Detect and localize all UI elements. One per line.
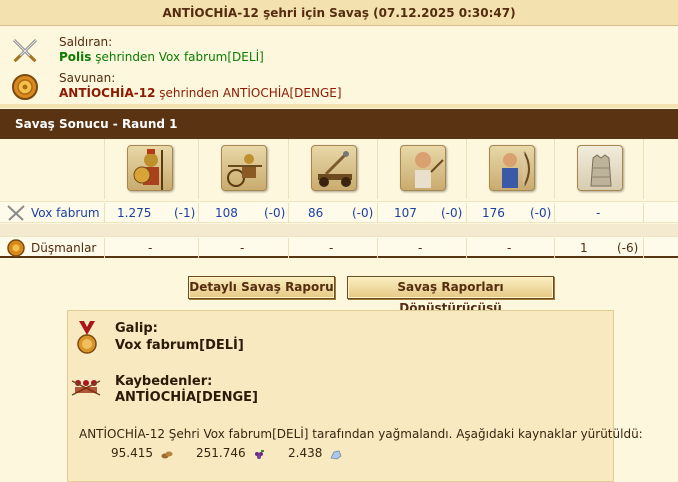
cell-divider	[643, 203, 678, 223]
city-wall-icon[interactable]	[577, 145, 623, 191]
catapult-icon[interactable]	[311, 145, 357, 191]
unit-count: -	[596, 206, 601, 220]
shield-icon	[10, 72, 40, 102]
resource-marble: 2.438	[288, 446, 342, 460]
loser-label: Kaybedenler:	[115, 374, 213, 389]
detailed-report-button[interactable]: Detaylı Savaş Raporu	[188, 276, 335, 299]
archer-icon[interactable]	[489, 145, 535, 191]
report-converter-button[interactable]: Savaş Raporları Dönüştürücüsü	[347, 276, 554, 315]
unit-loss: (-6)	[617, 241, 639, 255]
shield-icon	[6, 239, 26, 257]
attacker-units-row: Vox fabrum 1.275 (-1) 108 (-0) 86 (-0) 1…	[0, 201, 678, 223]
unit-count: -	[418, 241, 423, 255]
unit-cell	[643, 139, 678, 199]
attacker-from-text[interactable]: şehrinden Vox fabrum[DELİ]	[95, 50, 264, 64]
defender-from-text[interactable]: şehrinden ANTİOCHİA[DENGE]	[159, 86, 341, 100]
unit-loss: (-0)	[441, 206, 463, 220]
resource-value: 95.415	[111, 446, 153, 460]
summary-panel: Galip: Vox fabrum[DELİ] Kaybedenler: ANT…	[67, 310, 643, 482]
plunder-message: ANTİOCHİA-12 Şehri Vox fabrum[DELİ] tara…	[79, 427, 643, 441]
grapes-icon	[253, 449, 265, 459]
unit-count: 1	[580, 241, 588, 255]
unit-icons-row	[0, 139, 678, 199]
resource-value: 2.438	[288, 446, 323, 460]
unit-count: -	[240, 241, 245, 255]
unit-loss: (-0)	[264, 206, 286, 220]
defender-label: Savunan:	[59, 71, 116, 85]
loser-name: ANTİOCHİA[DENGE]	[115, 390, 258, 405]
unit-count: 176	[482, 206, 505, 220]
defender-player-label: Düşmanlar	[31, 241, 97, 255]
fallen-soldiers-icon	[70, 375, 102, 399]
battle-title: ANTİOCHİA-12 şehri için Savaş (07.12.202…	[0, 0, 678, 26]
winner-label: Galip:	[115, 321, 158, 336]
winner-name: Vox fabrum[DELİ]	[115, 338, 244, 353]
unit-loss: (-0)	[530, 206, 552, 220]
divider	[0, 104, 678, 108]
attacker-origin: Polis şehrinden Vox fabrum[DELİ]	[59, 50, 264, 64]
battle-result-header: Savaş Sonucu - Raund 1	[0, 109, 678, 139]
defender-section: Savunan: ANTİOCHİA-12 şehrinden ANTİOCHİ…	[0, 66, 678, 108]
hoplite-icon[interactable]	[127, 145, 173, 191]
slinger-icon[interactable]	[400, 145, 446, 191]
resource-value: 251.746	[196, 446, 246, 460]
unit-cell	[104, 139, 192, 199]
unit-count: -	[507, 241, 512, 255]
row-gap	[0, 224, 678, 236]
attacker-label: Saldıran:	[59, 35, 113, 49]
unit-count: 1.275	[117, 206, 152, 220]
unit-cell	[198, 139, 286, 199]
attacker-city-link[interactable]: Polis	[59, 50, 91, 64]
resource-wood: 95.415	[111, 446, 173, 460]
unit-loss: (-1)	[174, 206, 196, 220]
unit-cell	[377, 139, 465, 199]
unit-cell	[288, 139, 376, 199]
crossed-swords-icon	[10, 36, 40, 66]
unit-cell	[466, 139, 554, 199]
attacker-player-link[interactable]: Vox fabrum	[31, 204, 100, 222]
unit-count: -	[329, 241, 334, 255]
unit-count: 107	[394, 206, 417, 220]
unit-count: 86	[308, 206, 324, 220]
defender-units-row: Düşmanlar - - - - - 1 (-6)	[0, 236, 678, 258]
unit-cell	[554, 139, 642, 199]
unit-loss: (-0)	[352, 206, 374, 220]
unit-count: 108	[215, 206, 238, 220]
defender-city-link[interactable]: ANTİOCHİA-12	[59, 86, 155, 100]
medal-icon	[76, 321, 98, 357]
unit-count: -	[148, 241, 153, 255]
chariot-icon[interactable]	[221, 145, 267, 191]
crossed-swords-icon	[6, 204, 26, 222]
cell-divider	[643, 238, 678, 258]
marble-icon	[330, 449, 342, 459]
resource-grapes: 251.746	[196, 446, 265, 460]
defender-origin: ANTİOCHİA-12 şehrinden ANTİOCHİA[DENGE]	[59, 86, 342, 100]
wood-icon	[161, 449, 173, 459]
